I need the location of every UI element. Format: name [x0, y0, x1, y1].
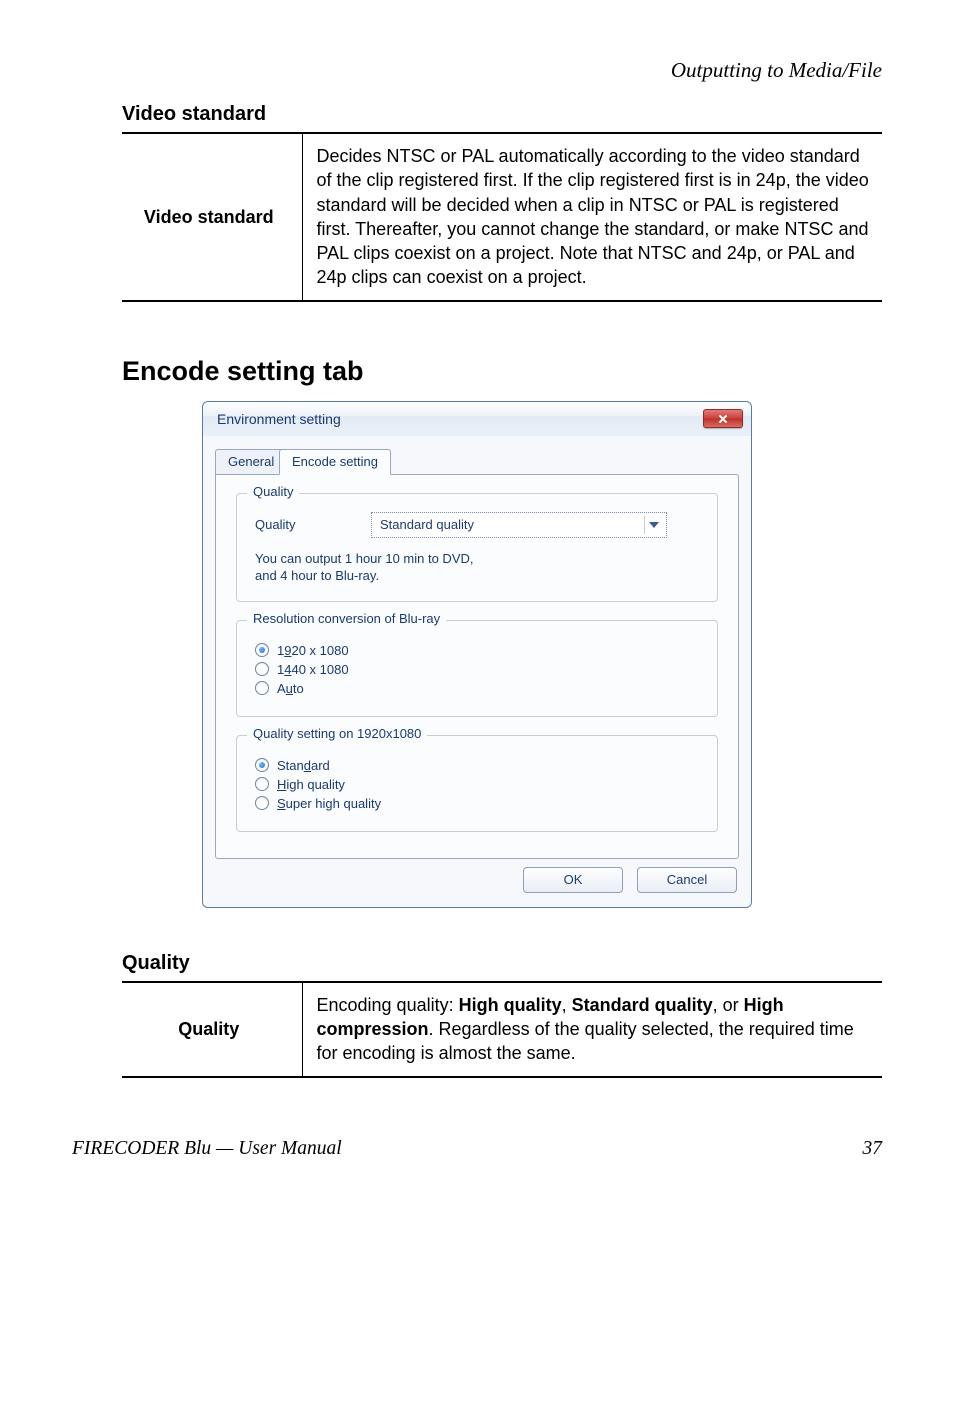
- radio-label: 1920 x 1080: [277, 643, 349, 658]
- dialog-title: Environment setting: [217, 411, 341, 427]
- radio-icon: [255, 777, 269, 791]
- quality-label: Quality: [255, 517, 315, 532]
- radio-label: Auto: [277, 681, 304, 696]
- quality-dropdown-value: Standard quality: [380, 517, 474, 532]
- video-standard-table: Video standard Decides NTSC or PAL autom…: [122, 132, 882, 302]
- radio-super-high-quality[interactable]: Super high quality: [255, 796, 699, 811]
- quality-table: Quality Encoding quality: High quality, …: [122, 981, 882, 1078]
- quality-setting-group: Quality setting on 1920x1080 Standard Hi…: [236, 735, 718, 832]
- footer-left: FIRECODER Blu — User Manual: [72, 1138, 342, 1160]
- video-standard-heading: Video standard: [72, 103, 882, 126]
- radio-1440x1080[interactable]: 1440 x 1080: [255, 662, 699, 677]
- quality-note-line2: and 4 hour to Blu-ray.: [255, 567, 699, 585]
- encode-setting-heading: Encode setting tab: [72, 356, 882, 387]
- tab-encode-setting[interactable]: Encode setting: [279, 449, 391, 475]
- quality-group-legend: Quality: [247, 484, 299, 499]
- quality-note-line1: You can output 1 hour 10 min to DVD,: [255, 550, 699, 568]
- page-header-section: Outputting to Media/File: [72, 58, 882, 83]
- close-button[interactable]: [703, 409, 743, 428]
- cancel-button[interactable]: Cancel: [637, 867, 737, 893]
- radio-high-quality[interactable]: High quality: [255, 777, 699, 792]
- footer-page-number: 37: [863, 1138, 883, 1160]
- ok-button[interactable]: OK: [523, 867, 623, 893]
- quality-setting-group-legend: Quality setting on 1920x1080: [247, 726, 427, 741]
- radio-label: 1440 x 1080: [277, 662, 349, 677]
- radio-1920x1080[interactable]: 1920 x 1080: [255, 643, 699, 658]
- radio-auto[interactable]: Auto: [255, 681, 699, 696]
- resolution-group-legend: Resolution conversion of Blu-ray: [247, 611, 446, 626]
- radio-label: High quality: [277, 777, 345, 792]
- quality-group: Quality Quality Standard quality You can…: [236, 493, 718, 602]
- radio-icon: [255, 662, 269, 676]
- dialog-titlebar: Environment setting: [203, 402, 751, 436]
- radio-standard[interactable]: Standard: [255, 758, 699, 773]
- quality-heading: Quality: [72, 952, 882, 975]
- quality-row-desc: Encoding quality: High quality, Standard…: [302, 982, 882, 1077]
- video-standard-row-label: Video standard: [122, 133, 302, 301]
- radio-label: Standard: [277, 758, 330, 773]
- radio-label: Super high quality: [277, 796, 381, 811]
- quality-row-label: Quality: [122, 982, 302, 1077]
- radio-icon: [255, 681, 269, 695]
- video-standard-row-desc: Decides NTSC or PAL automatically accord…: [302, 133, 882, 301]
- chevron-down-icon: [644, 516, 662, 534]
- environment-setting-dialog: Environment setting General Encode setti…: [202, 401, 752, 908]
- tab-general[interactable]: General: [215, 449, 287, 475]
- radio-icon: [255, 796, 269, 810]
- quality-dropdown[interactable]: Standard quality: [371, 512, 667, 538]
- radio-icon: [255, 643, 269, 657]
- resolution-group: Resolution conversion of Blu-ray 1920 x …: [236, 620, 718, 717]
- radio-icon: [255, 758, 269, 772]
